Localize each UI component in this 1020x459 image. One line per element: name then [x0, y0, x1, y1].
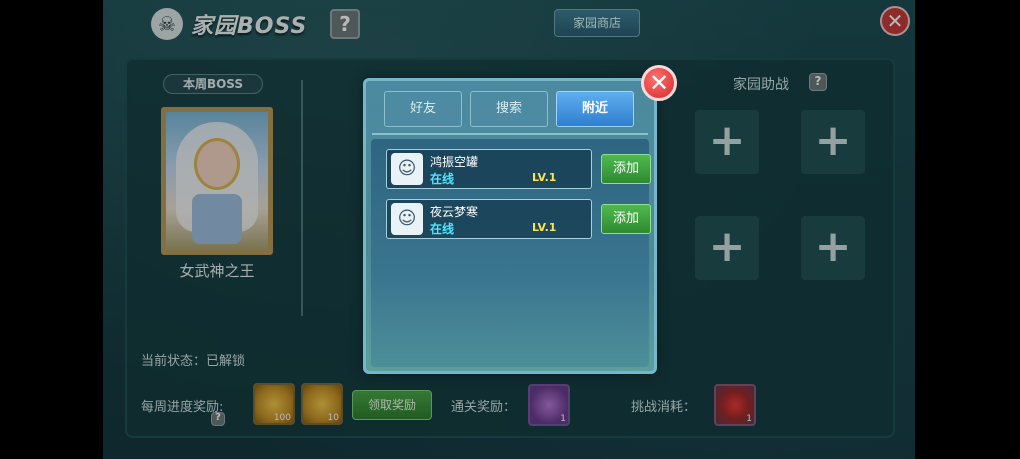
- tab-nearby[interactable]: 附近: [556, 91, 634, 127]
- list-item[interactable]: ☺ 夜云梦寒 在线 LV.1: [386, 199, 592, 239]
- player-level: LV.1: [532, 171, 557, 184]
- player-level: LV.1: [532, 221, 557, 234]
- player-name: 夜云梦寒: [430, 205, 479, 219]
- tab-search[interactable]: 搜索: [470, 91, 548, 127]
- add-button[interactable]: 添加: [601, 154, 651, 184]
- tab-friends[interactable]: 好友: [384, 91, 462, 127]
- list-item[interactable]: ☺ 鸿振空罐 在线 LV.1: [386, 149, 592, 189]
- tab-divider: [372, 133, 648, 135]
- tab-bar: 好友 搜索 附近: [384, 91, 634, 127]
- online-status: 在线: [430, 222, 455, 236]
- online-status: 在线: [430, 172, 455, 186]
- add-button[interactable]: 添加: [601, 204, 651, 234]
- avatar: ☺: [391, 153, 423, 185]
- avatar: ☺: [391, 203, 423, 235]
- player-name: 鸿振空罐: [430, 155, 479, 169]
- friend-list: ☺ 鸿振空罐 在线 LV.1 添加 ☺ 夜云梦寒 在线 LV.1 添加: [371, 139, 651, 367]
- close-icon[interactable]: ✕: [641, 65, 677, 101]
- friend-dialog: 好友 搜索 附近 ☺ 鸿振空罐 在线 LV.1 添加 ☺ 夜云梦寒 在线 LV.…: [363, 78, 657, 374]
